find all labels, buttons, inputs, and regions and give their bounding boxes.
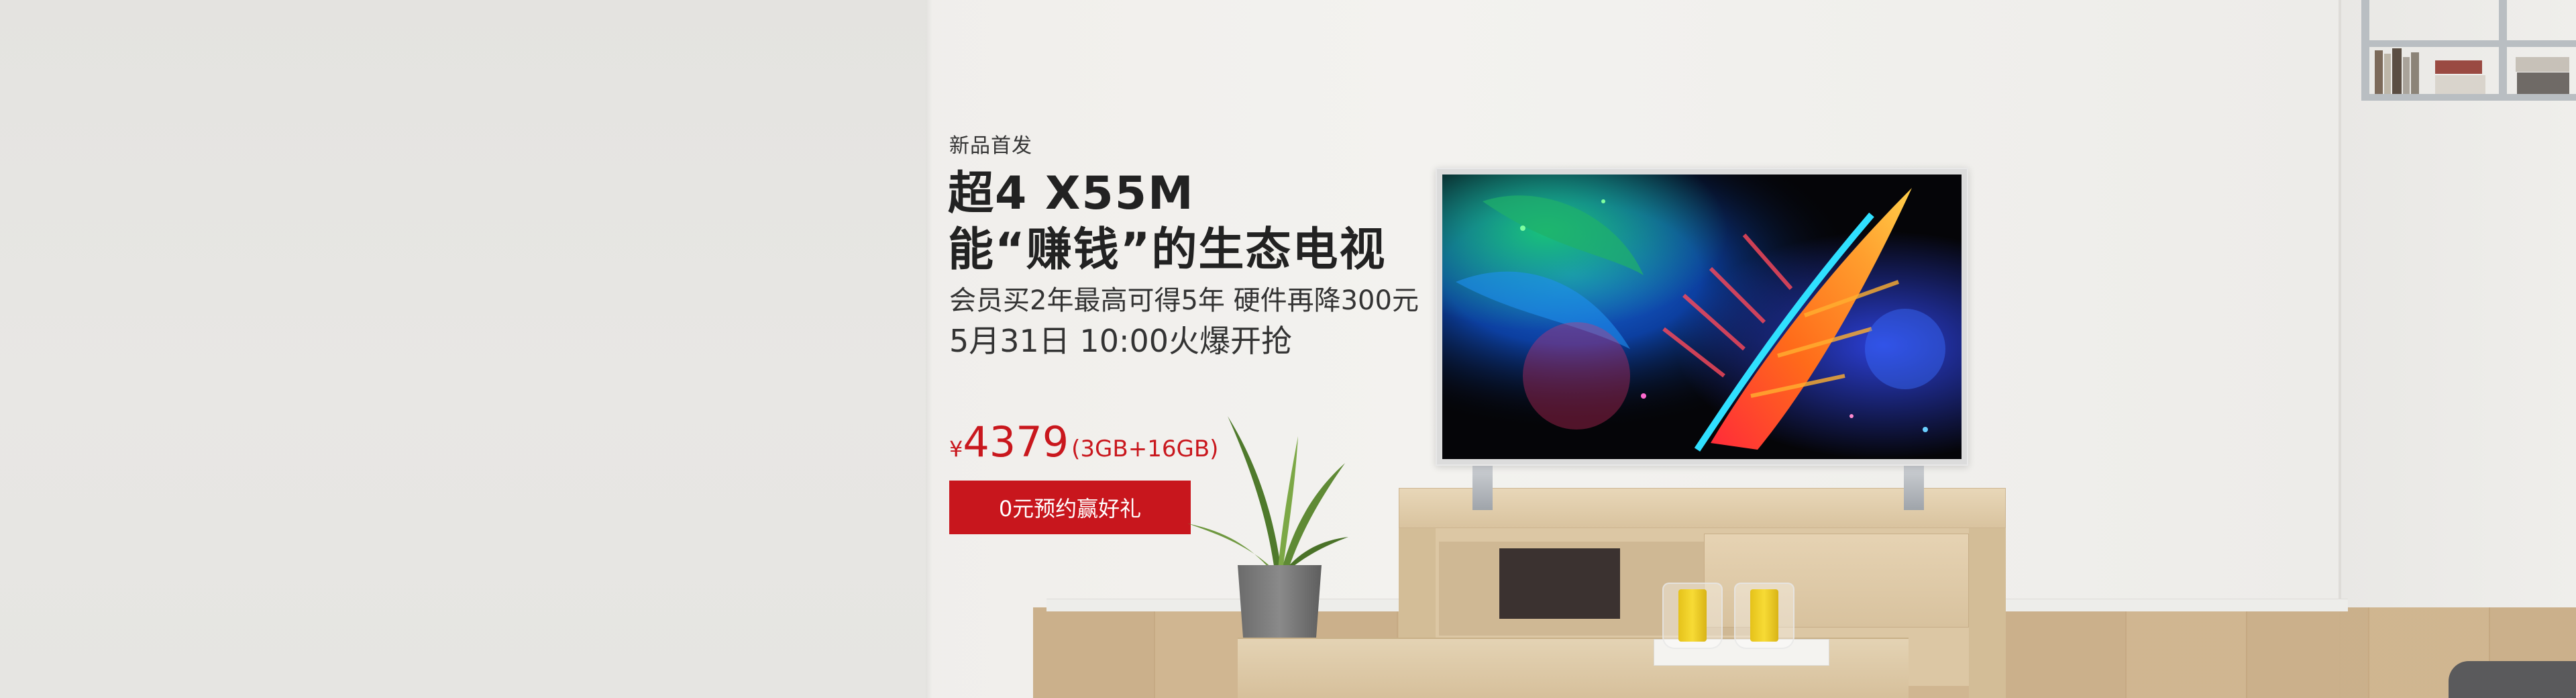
currency-symbol: ¥: [949, 436, 963, 462]
tv-stand-left: [1472, 463, 1493, 510]
left-wall: [0, 0, 929, 698]
bookshelf-image: [2361, 0, 2576, 101]
reserve-button[interactable]: 0元预约赢好礼: [949, 481, 1191, 534]
product-slogan: 能“赚钱”的生态电视: [948, 223, 1387, 277]
wall-corner: [926, 0, 932, 698]
promo-banner[interactable]: 新品首发 超4 X55M 能“赚钱”的生态电视 会员买2年最高可得5年 硬件再降…: [0, 0, 2576, 698]
sofa-corner: [2449, 661, 2576, 698]
sale-date-text: 5月31日 10:00火爆开抢: [949, 323, 1292, 359]
candle-image: [1734, 583, 1794, 649]
promo-offer-text: 会员买2年最高可得5年 硬件再降300元: [949, 285, 1419, 316]
plant-image: [1187, 416, 1348, 570]
television-image: [1436, 168, 1968, 466]
price: ¥4379 (3GB+16GB): [949, 417, 1218, 466]
new-release-tag: 新品首发: [949, 134, 1032, 158]
right-wall: [2341, 0, 2576, 698]
tv-screen: [1442, 174, 1962, 459]
tv-stand-right: [1904, 463, 1924, 510]
candle-image: [1662, 583, 1723, 649]
price-amount: 4379: [963, 417, 1069, 466]
